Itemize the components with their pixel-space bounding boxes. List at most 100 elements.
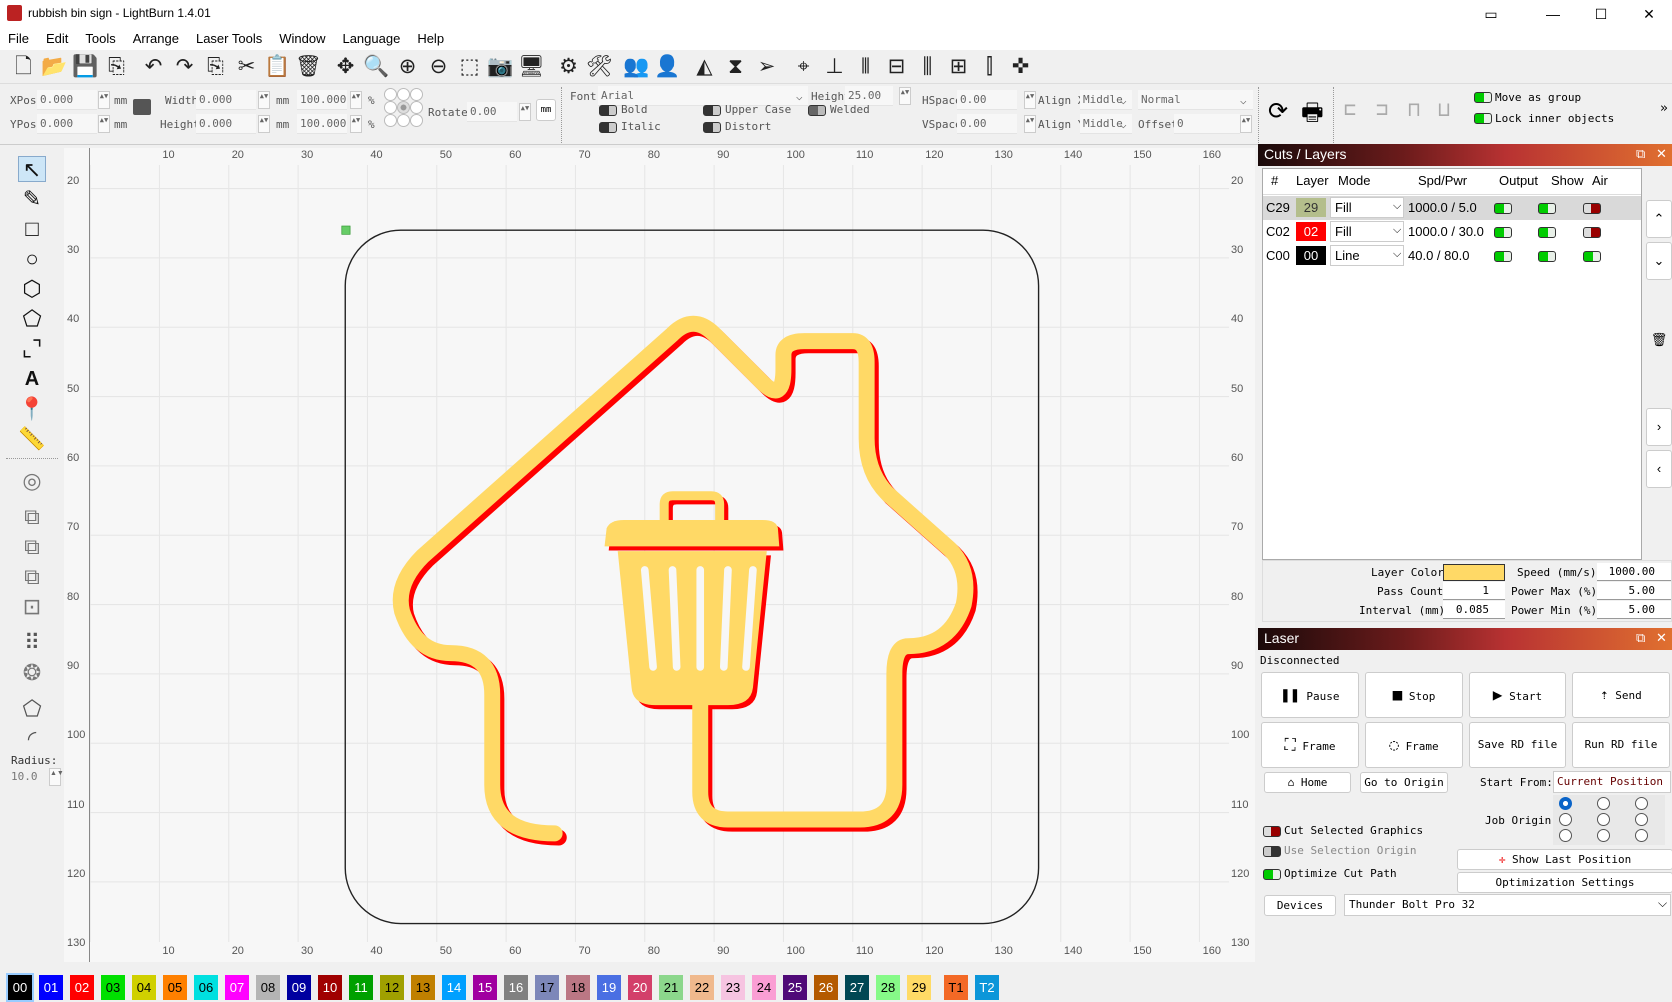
redo-icon[interactable]: ↷: [169, 52, 200, 82]
palette-swatch-28[interactable]: 28: [876, 975, 900, 1000]
menu-arrange[interactable]: Arrange: [125, 28, 188, 46]
paste-icon[interactable]: 📋: [262, 52, 293, 82]
save-rd-file-button[interactable]: Save RD file: [1469, 722, 1566, 768]
camera-icon[interactable]: 📷: [485, 52, 516, 82]
layer-row[interactable]: C00 00 Line ⌵ 40.0 / 80.0: [1263, 244, 1641, 268]
speed-field[interactable]: 1000.00: [1597, 563, 1671, 581]
align-left-icon[interactable]: ⊏: [1344, 97, 1356, 121]
devices-button[interactable]: Devices: [1264, 895, 1336, 916]
job-origin-radio[interactable]: [1635, 829, 1648, 842]
optimize-cut-path-toggle[interactable]: [1263, 869, 1281, 880]
anchor-radio[interactable]: [384, 101, 397, 114]
mirror-v-icon[interactable]: ⧗: [720, 52, 751, 82]
frame-rect-button[interactable]: ⛶ Frame: [1261, 722, 1359, 768]
float-panel-icon[interactable]: ⧉: [1636, 630, 1645, 646]
bold-toggle[interactable]: [599, 105, 617, 116]
offset-field[interactable]: 0: [1174, 114, 1240, 134]
distort-toggle[interactable]: [703, 122, 721, 133]
corner-radius-icon[interactable]: ◜: [18, 726, 46, 752]
upper-case-toggle[interactable]: [703, 105, 721, 116]
height-spinner[interactable]: ▲▼: [258, 115, 270, 133]
palette-swatch-15[interactable]: 15: [473, 975, 497, 1000]
vspace-field[interactable]: 0.00: [957, 114, 1017, 134]
air-toggle[interactable]: [1583, 203, 1601, 214]
anchor-radio[interactable]: [410, 88, 423, 101]
anchor-radio[interactable]: [410, 101, 423, 114]
anchor-radio[interactable]: [397, 114, 410, 127]
lock-aspect-icon[interactable]: [133, 99, 151, 115]
refresh-view-icon[interactable]: ⟳: [1268, 97, 1288, 125]
scale-height-spinner[interactable]: ▲▼: [350, 115, 362, 133]
send-button[interactable]: ⇡ Send: [1572, 672, 1670, 718]
menu-tools[interactable]: Tools: [77, 28, 124, 46]
design-canvas[interactable]: 10 20 30 40 50 60 70 80 90 100 110 120 130 140 150 160 …: [64, 148, 1255, 962]
delete-layer-icon[interactable]: 🗑: [1646, 322, 1672, 360]
palette-swatch-08[interactable]: 08: [256, 975, 280, 1000]
layer-row[interactable]: C29 29 Fill ⌵ 1000.0 / 5.0: [1263, 196, 1641, 220]
align-middle-icon[interactable]: ⫼: [912, 52, 943, 82]
menu-edit[interactable]: Edit: [38, 28, 77, 46]
collapse-panel-button[interactable]: ‹: [1646, 450, 1672, 488]
rectangle-tool-icon[interactable]: □: [18, 216, 46, 242]
vspace-spinner[interactable]: ▲▼: [1024, 115, 1036, 133]
palette-swatch-29[interactable]: 29: [907, 975, 931, 1000]
grid-array-icon[interactable]: ⠿: [18, 630, 46, 656]
palette-swatch-T1[interactable]: T1: [944, 975, 968, 1000]
menu-language[interactable]: Language: [334, 28, 409, 46]
offset-tool-icon[interactable]: ◎: [18, 468, 46, 494]
job-origin-radio[interactable]: [1597, 797, 1610, 810]
palette-swatch-T2[interactable]: T2: [975, 975, 999, 1000]
xpos-spinner[interactable]: ▲▼: [98, 91, 110, 109]
menu-laser-tools[interactable]: Laser Tools: [188, 28, 271, 46]
palette-swatch-10[interactable]: 10: [318, 975, 342, 1000]
rotate-spinner[interactable]: ▲▼: [519, 103, 531, 121]
frame-circle-button[interactable]: ◌ Frame: [1365, 722, 1463, 768]
layer-row[interactable]: C02 02 Fill ⌵ 1000.0 / 30.0: [1263, 220, 1641, 244]
job-origin-radio[interactable]: [1635, 813, 1648, 826]
export-icon[interactable]: ⎘: [101, 52, 132, 82]
scale-height-field[interactable]: 100.000: [297, 114, 347, 134]
layer-swatch[interactable]: 29: [1296, 198, 1326, 217]
interval-field[interactable]: 0.085: [1443, 601, 1505, 619]
hspace-spinner[interactable]: ▲▼: [1024, 91, 1036, 109]
job-origin-radio[interactable]: [1597, 829, 1610, 842]
palette-swatch-21[interactable]: 21: [659, 975, 683, 1000]
xpos-field[interactable]: 0.000: [37, 90, 97, 110]
restore-layout-icon[interactable]: ▭: [1468, 2, 1514, 26]
align-right-icon[interactable]: ⊐: [1376, 97, 1388, 121]
delete-icon[interactable]: 🗑: [293, 52, 324, 82]
text-tool-icon[interactable]: A: [18, 366, 46, 392]
dock-icon[interactable]: ⊞: [943, 52, 974, 82]
minimize-button[interactable]: —: [1530, 2, 1576, 26]
text-height-spinner[interactable]: ▲▼: [899, 87, 911, 105]
palette-swatch-17[interactable]: 17: [535, 975, 559, 1000]
anchor-point-grid[interactable]: [384, 88, 426, 130]
select-tool-icon[interactable]: ↖: [18, 156, 46, 182]
ypos-field[interactable]: 0.000: [37, 114, 97, 134]
radius-spinner[interactable]: ▲▼: [49, 768, 64, 786]
pass-count-field[interactable]: 1: [1443, 582, 1505, 600]
palette-swatch-25[interactable]: 25: [783, 975, 807, 1000]
palette-swatch-23[interactable]: 23: [721, 975, 745, 1000]
mirror-h-icon[interactable]: ◭: [689, 52, 720, 82]
zoom-in-icon[interactable]: ⊕: [392, 52, 423, 82]
offset-spinner[interactable]: ▲▼: [1240, 115, 1252, 133]
boolean-difference-icon[interactable]: ⧉: [18, 534, 46, 560]
layer-color-swatch[interactable]: [1443, 564, 1505, 581]
anchor-radio[interactable]: [397, 101, 410, 114]
palette-swatch-09[interactable]: 09: [287, 975, 311, 1000]
move-icon[interactable]: ✥: [330, 52, 361, 82]
job-origin-radio[interactable]: [1559, 797, 1572, 810]
palette-swatch-01[interactable]: 01: [39, 975, 63, 1000]
edit-nodes-icon[interactable]: ⬠: [18, 696, 46, 722]
menu-window[interactable]: Window: [271, 28, 334, 46]
close-panel-icon[interactable]: ✕: [1656, 630, 1667, 646]
anchor-radio[interactable]: [410, 114, 423, 127]
menu-help[interactable]: Help: [409, 28, 453, 46]
print-cut-icon[interactable]: 🖶: [1301, 95, 1324, 136]
monitor-icon[interactable]: 🖥: [516, 52, 547, 82]
palette-swatch-26[interactable]: 26: [814, 975, 838, 1000]
scale-width-spinner[interactable]: ▲▼: [350, 91, 362, 109]
italic-toggle[interactable]: [599, 122, 617, 133]
palette-swatch-22[interactable]: 22: [690, 975, 714, 1000]
